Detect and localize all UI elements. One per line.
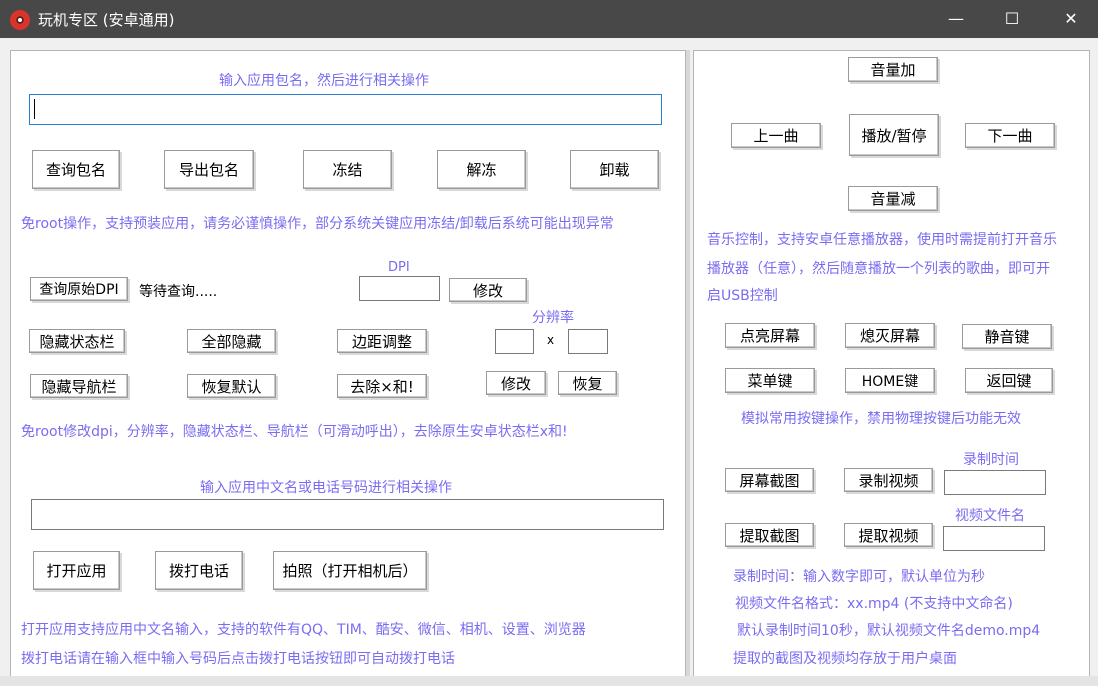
record-note-3: 默认录制时间10秒，默认视频文件名demo.mp4 — [737, 623, 1041, 639]
record-time-label: 录制时间 — [963, 452, 1019, 468]
mute-key-button[interactable]: 静音键 — [962, 324, 1052, 349]
screenshot-button[interactable]: 屏幕截图 — [725, 468, 814, 492]
maximize-button[interactable]: ☐ — [989, 0, 1035, 38]
hide-navbar-button[interactable]: 隐藏导航栏 — [30, 374, 128, 398]
volume-down-button[interactable]: 音量减 — [848, 186, 938, 211]
text-caret — [34, 99, 35, 119]
music-info-line1: 音乐控制，支持安卓任意播放器，使用时需提前打开音乐 — [707, 232, 1057, 248]
menu-key-button[interactable]: 菜单键 — [725, 368, 815, 393]
dpi-warning: 免root修改dpi，分辨率，隐藏状态栏、导航栏（可滑动呼出），去除原生安卓状态… — [21, 424, 568, 440]
window-title: 玩机专区 (安卓通用) — [38, 11, 175, 29]
open-app-button[interactable]: 打开应用 — [33, 551, 120, 590]
unfreeze-button[interactable]: 解冻 — [437, 150, 526, 189]
resolution-height-input[interactable] — [568, 329, 608, 354]
dpi-status: 等待查询..... — [139, 284, 218, 300]
resolution-label: 分辨率 — [532, 310, 574, 326]
minimize-button[interactable]: — — [933, 0, 979, 38]
volume-up-button[interactable]: 音量加 — [848, 57, 938, 82]
record-note-1: 录制时间：输入数字即可，默认单位为秒 — [733, 569, 985, 585]
margin-adjust-button[interactable]: 边距调整 — [337, 329, 427, 353]
take-photo-button[interactable]: 拍照（打开相机后） — [273, 551, 427, 590]
hide-statusbar-button[interactable]: 隐藏状态栏 — [29, 329, 125, 353]
package-hint: 输入应用包名，然后进行相关操作 — [219, 73, 429, 89]
resolution-separator: x — [547, 333, 555, 347]
dial-info: 拨打电话请在输入框中输入号码后点击拨打电话按钮即可自动拨打电话 — [21, 651, 455, 667]
extract-video-button[interactable]: 提取视频 — [844, 523, 933, 547]
close-button[interactable]: ✕ — [1048, 0, 1094, 38]
dpi-input[interactable] — [359, 276, 440, 301]
modify-dpi-button[interactable]: 修改 — [449, 278, 527, 302]
bottom-edge — [0, 676, 1098, 686]
record-video-button[interactable]: 录制视频 — [844, 468, 933, 492]
freeze-warning: 免root操作，支持预装应用，请务必谨慎操作，部分系统关键应用冻结/卸载后系统可… — [21, 216, 614, 232]
resolution-width-input[interactable] — [495, 329, 534, 354]
video-name-label: 视频文件名 — [955, 508, 1025, 524]
video-name-input[interactable] — [943, 526, 1045, 551]
dpi-label: DPI — [388, 260, 410, 275]
wake-screen-button[interactable]: 点亮屏幕 — [725, 323, 815, 348]
record-time-input[interactable] — [944, 470, 1046, 495]
app-name-hint: 输入应用中文名或电话号码进行相关操作 — [200, 480, 452, 496]
freeze-button[interactable]: 冻结 — [303, 150, 392, 189]
query-package-button[interactable]: 查询包名 — [32, 150, 120, 189]
panel-divider[interactable] — [686, 50, 690, 676]
hide-all-button[interactable]: 全部隐藏 — [187, 329, 276, 353]
app-name-input[interactable] — [31, 499, 664, 530]
play-pause-button[interactable]: 播放/暂停 — [849, 114, 939, 156]
title-bar: 玩机专区 (安卓通用) — ☐ ✕ — [0, 0, 1098, 38]
record-note-2: 视频文件名格式：xx.mp4 (不支持中文命名) — [735, 596, 1013, 612]
record-note-4: 提取的截图及视频均存放于用户桌面 — [733, 651, 957, 667]
home-key-button[interactable]: HOME键 — [845, 368, 935, 393]
package-input[interactable] — [29, 94, 662, 125]
restore-resolution-button[interactable]: 恢复 — [558, 371, 617, 395]
app-logo-icon — [10, 10, 30, 30]
modify-resolution-button[interactable]: 修改 — [486, 371, 546, 395]
uninstall-button[interactable]: 卸载 — [570, 150, 659, 189]
restore-default-button[interactable]: 恢复默认 — [187, 374, 276, 398]
open-app-info: 打开应用支持应用中文名输入，支持的软件有QQ、TIM、酷安、微信、相机、设置、浏… — [21, 622, 586, 638]
previous-track-button[interactable]: 上一曲 — [731, 123, 821, 148]
dial-phone-button[interactable]: 拨打电话 — [155, 551, 243, 590]
export-package-button[interactable]: 导出包名 — [164, 150, 254, 189]
music-info-line2: 播放器（任意），然后随意播放一个列表的歌曲，即可开 — [707, 261, 1050, 277]
music-info-line3: 启USB控制 — [707, 288, 778, 304]
extract-screenshot-button[interactable]: 提取截图 — [725, 523, 814, 547]
sleep-screen-button[interactable]: 熄灭屏幕 — [845, 323, 935, 348]
next-track-button[interactable]: 下一曲 — [965, 123, 1055, 148]
remove-x-button[interactable]: 去除×和! — [337, 374, 427, 398]
query-dpi-button[interactable]: 查询原始DPI — [30, 277, 128, 301]
back-key-button[interactable]: 返回键 — [965, 368, 1053, 393]
keys-info: 模拟常用按键操作，禁用物理按键后功能无效 — [741, 411, 1021, 427]
